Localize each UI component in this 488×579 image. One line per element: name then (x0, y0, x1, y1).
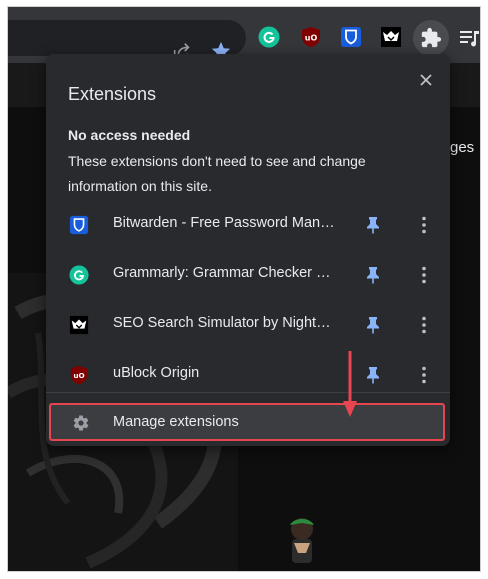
pin-icon[interactable] (361, 213, 385, 237)
manage-extensions-label: Manage extensions (113, 414, 239, 430)
ublock-icon[interactable]: uO (300, 26, 322, 48)
section-heading: No access needed (68, 127, 191, 143)
more-options-icon[interactable] (412, 363, 436, 387)
seo-simulator-icon[interactable] (380, 26, 402, 48)
extension-row-grammarly[interactable]: Grammarly: Grammar Checker and Writing A… (46, 250, 450, 300)
extensions-popup: Extensions No access needed These extens… (46, 54, 450, 446)
address-bar[interactable] (8, 20, 246, 60)
pin-icon[interactable] (361, 313, 385, 337)
more-options-icon[interactable] (412, 213, 436, 237)
manage-extensions-button[interactable]: Manage extensions (49, 403, 445, 441)
section-description: These extensions don't need to see and c… (68, 153, 366, 194)
grammarly-icon (68, 264, 90, 286)
page-text-fragment: ges (450, 139, 475, 156)
more-options-icon[interactable] (412, 313, 436, 337)
pin-icon[interactable] (361, 263, 385, 287)
close-icon[interactable] (412, 66, 440, 94)
grammarly-icon[interactable] (258, 26, 280, 48)
ublock-icon: uO (68, 364, 90, 386)
browser-window: uO ges Extensions No access needed These… (8, 7, 480, 571)
divider (46, 392, 450, 393)
popup-title: Extensions (68, 84, 157, 104)
puzzle-icon[interactable] (413, 20, 449, 56)
bitwarden-icon[interactable] (340, 26, 362, 48)
annotation-arrow (343, 351, 357, 417)
extension-name: Bitwarden - Free Password Manager (113, 215, 338, 231)
playlist-icon[interactable] (458, 26, 480, 50)
seo-simulator-icon (68, 314, 90, 336)
pin-icon[interactable] (361, 363, 385, 387)
gear-icon (71, 413, 91, 433)
svg-text:uO: uO (73, 371, 84, 380)
extension-name: SEO Search Simulator by Nightwatch (113, 315, 338, 331)
appuals-logo (290, 518, 314, 563)
extension-row-seo-simulator[interactable]: SEO Search Simulator by Nightwatch (46, 300, 450, 350)
extension-name: uBlock Origin (113, 365, 200, 381)
extension-row-bitwarden[interactable]: Bitwarden - Free Password Manager (46, 200, 450, 250)
extension-name: Grammarly: Grammar Checker and Writing A… (113, 265, 338, 281)
more-options-icon[interactable] (412, 263, 436, 287)
bitwarden-icon (68, 214, 90, 236)
svg-text:uO: uO (305, 34, 318, 43)
